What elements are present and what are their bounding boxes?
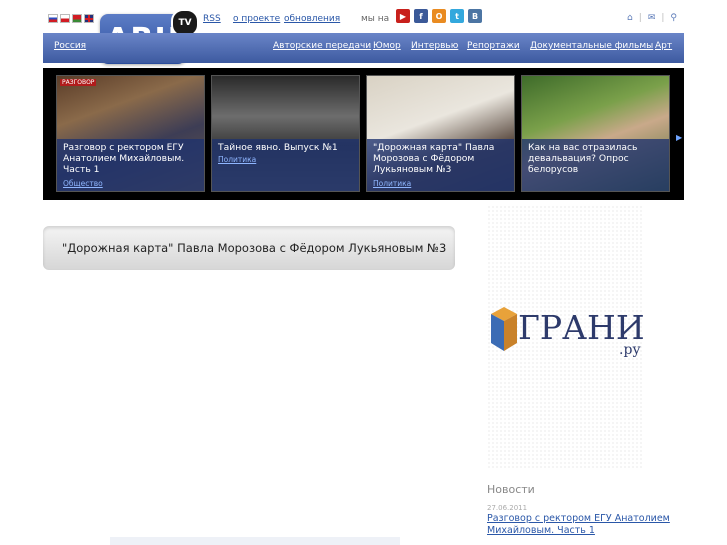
vkontakte-icon[interactable]: В: [468, 9, 482, 23]
card-category[interactable]: Политика: [373, 179, 411, 188]
grani-suffix: .ру: [619, 342, 641, 358]
flag-ru-icon[interactable]: [48, 14, 58, 23]
utility-icons: ⌂ | ✉ | ⚲: [627, 13, 677, 23]
card-title: "Дорожная карта" Павла Морозова с Фёдоро…: [373, 142, 495, 175]
flag-en-icon[interactable]: [84, 14, 94, 23]
grani-cube-icon: [491, 307, 517, 351]
home-icon[interactable]: ⌂: [627, 13, 633, 23]
video-card[interactable]: Тайное явно. Выпуск №1 Политика: [211, 75, 360, 192]
video-card[interactable]: Как на вас отразилась девальвация? Опрос…: [521, 75, 670, 192]
news-heading: Новости: [487, 483, 535, 496]
card-title: Разговор с ректором ЕГУ Анатолием Михайл…: [63, 142, 185, 175]
flag-pl-icon[interactable]: [60, 14, 70, 23]
we-on-label: мы на: [361, 14, 390, 24]
flag-by-icon[interactable]: [72, 14, 82, 23]
card-badge: РАЗГОВОР: [60, 79, 97, 86]
nav-item-russia[interactable]: Россия: [54, 41, 86, 51]
odnoklassniki-icon[interactable]: О: [432, 9, 446, 23]
nav-item-documentaries[interactable]: Документальные фильмы: [530, 41, 653, 51]
mail-icon[interactable]: ✉: [648, 13, 656, 23]
language-flags: [48, 14, 94, 23]
updates-link[interactable]: обновления: [284, 14, 340, 24]
nav-item-interview[interactable]: Интервью: [411, 41, 458, 51]
nav-item-art[interactable]: Арт: [655, 41, 672, 51]
about-link[interactable]: о проекте: [233, 14, 280, 24]
carousel-next-icon[interactable]: ▶: [676, 133, 682, 142]
facebook-icon[interactable]: f: [414, 9, 428, 23]
card-title: Как на вас отразилась девальвация? Опрос…: [528, 142, 638, 175]
video-card[interactable]: РАЗГОВОР Разговор с ректором ЕГУ Анатоли…: [56, 75, 205, 192]
card-title: Тайное явно. Выпуск №1: [218, 142, 338, 153]
news-date: 27.06.2011: [487, 504, 528, 512]
video-card[interactable]: "Дорожная карта" Павла Морозова с Фёдоро…: [366, 75, 515, 192]
twitter-icon[interactable]: t: [450, 9, 464, 23]
nav-item-humor[interactable]: Юмор: [373, 41, 401, 51]
nav-item-author-shows[interactable]: Авторские передачи: [273, 41, 371, 51]
card-category[interactable]: Общество: [63, 179, 103, 188]
search-icon[interactable]: ⚲: [670, 13, 677, 23]
youtube-icon[interactable]: ▶: [396, 9, 410, 23]
card-category[interactable]: Политика: [218, 155, 256, 164]
video-title: "Дорожная карта" Павла Морозова с Фёдоро…: [62, 241, 447, 255]
news-link[interactable]: Разговор с ректором ЕГУ Анатолием Михайл…: [487, 513, 677, 537]
nav-item-reports[interactable]: Репортажи: [467, 41, 520, 51]
bottom-tabs-bar: [110, 537, 400, 545]
rss-link[interactable]: RSS: [203, 14, 221, 24]
